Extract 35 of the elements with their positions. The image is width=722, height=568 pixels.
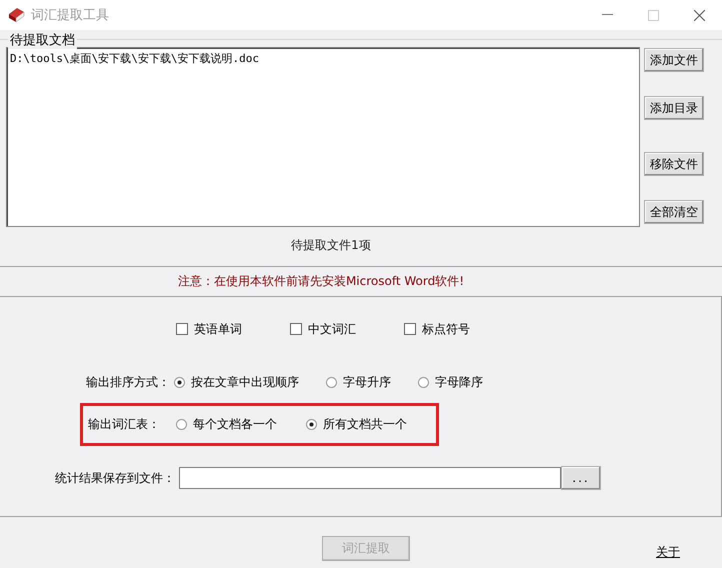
book-icon — [7, 7, 25, 23]
radio-button[interactable] — [418, 376, 429, 388]
radio-button[interactable] — [306, 419, 317, 430]
checkbox-label: 英语单词 — [194, 320, 242, 338]
clear-all-button[interactable]: 全部清空 — [644, 200, 704, 224]
group-title: 待提取文档 — [8, 31, 77, 49]
add-file-button[interactable]: 添加文件 — [644, 48, 704, 72]
add-folder-button[interactable]: 添加目录 — [644, 96, 704, 120]
notice-text: 注意：在使用本软件前请先安装Microsoft Word软件! — [178, 273, 464, 290]
about-link[interactable]: 关于 — [656, 544, 680, 560]
radio-button[interactable] — [326, 376, 337, 388]
save-path-field[interactable] — [179, 467, 561, 489]
output-label: 输出词汇表： — [88, 416, 160, 433]
radio-label: 每个文档各一个 — [193, 416, 277, 433]
checkbox-label: 标点符号 — [422, 320, 470, 338]
remove-file-button[interactable]: 移除文件 — [644, 152, 704, 176]
window-title: 词汇提取工具 — [31, 7, 110, 24]
radio-label: 字母升序 — [343, 374, 391, 390]
file-count: 待提取文件1项 — [291, 238, 371, 252]
minimize-icon[interactable] — [602, 14, 612, 16]
close-icon[interactable] — [694, 10, 704, 20]
radio-button[interactable] — [174, 376, 185, 388]
checkbox[interactable] — [404, 323, 416, 335]
checkbox[interactable] — [290, 323, 302, 335]
sort-label: 输出排序方式： — [86, 374, 170, 390]
radio-button[interactable] — [176, 419, 187, 430]
checkbox-label: 中文词汇 — [308, 320, 356, 338]
save-label: 统计结果保存到文件： — [55, 470, 175, 486]
radio-label: 字母降序 — [435, 374, 483, 390]
browse-button[interactable]: ... — [561, 466, 601, 490]
radio-label: 所有文档共一个 — [323, 416, 407, 433]
checkbox[interactable] — [176, 323, 188, 335]
file-path[interactable]: D:\tools\桌面\安下载\安下载\安下载说明.doc — [10, 51, 636, 66]
radio-label: 按在文章中出现顺序 — [191, 374, 299, 390]
file-list[interactable]: D:\tools\桌面\安下载\安下载\安下载说明.doc — [6, 47, 640, 227]
